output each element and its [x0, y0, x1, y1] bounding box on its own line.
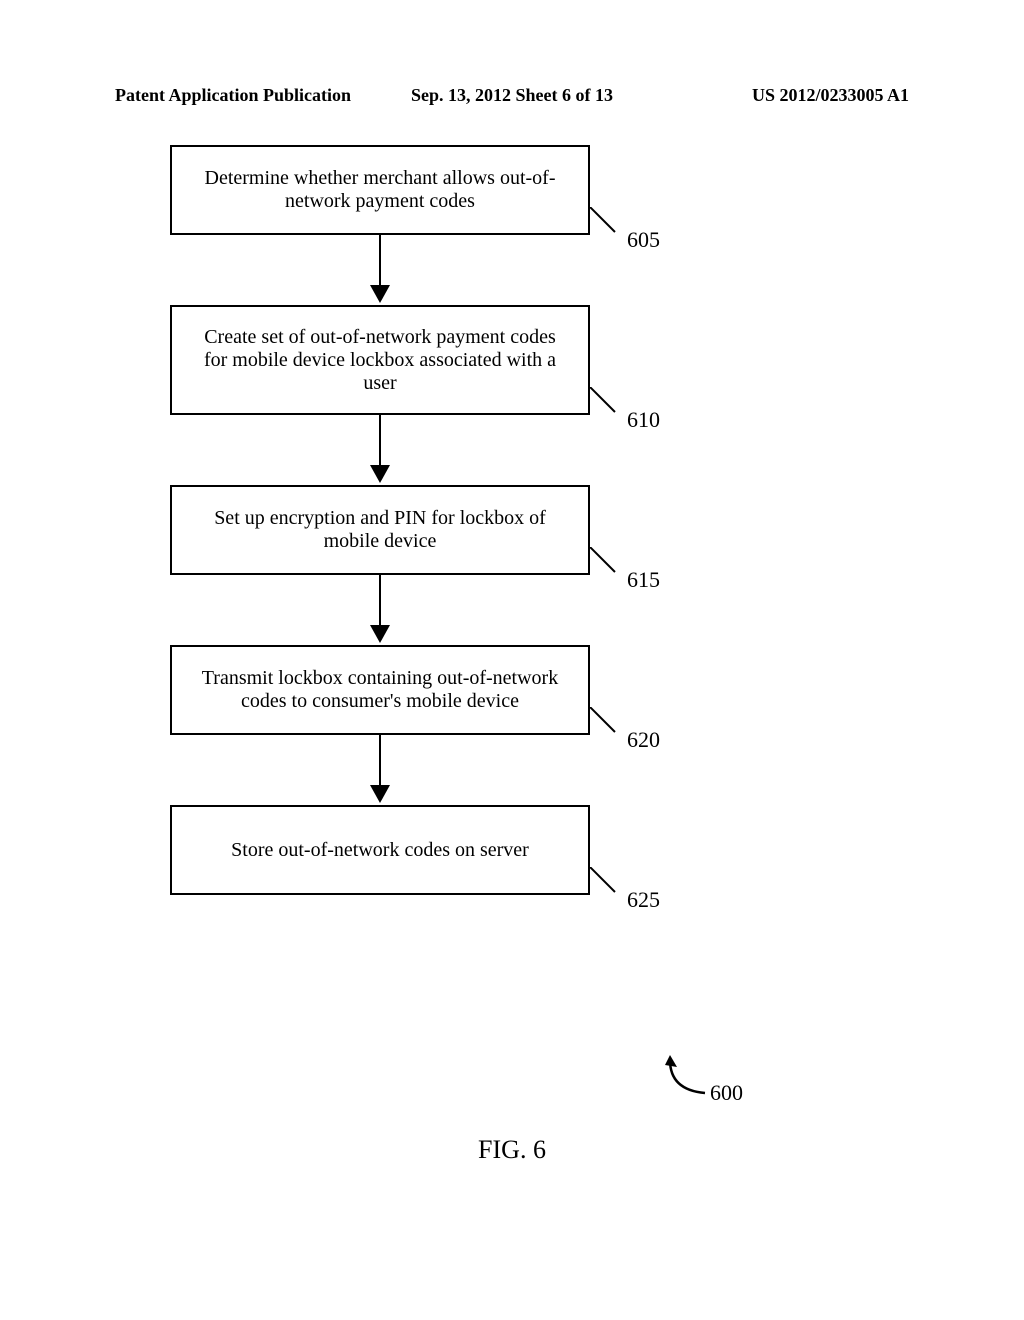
flow-arrow-2	[170, 415, 590, 485]
ref-number: 610	[627, 407, 660, 433]
arrow-line-icon	[379, 735, 381, 790]
flow-arrow-3	[170, 575, 590, 645]
box-text: Create set of out-of-network payment cod…	[192, 319, 568, 401]
flowchart-box-4: Transmit lockbox containing out-of-netwo…	[170, 645, 590, 735]
box-text: Store out-of-network codes on server	[192, 819, 568, 881]
figure-label: FIG. 6	[478, 1135, 546, 1165]
arrow-head-icon	[370, 785, 390, 803]
flow-arrow-4	[170, 735, 590, 805]
flowchart-box-2: Create set of out-of-network payment cod…	[170, 305, 590, 415]
arrow-line-icon	[379, 575, 381, 630]
leader-line-icon	[590, 387, 620, 417]
flowchart-box-1: Determine whether merchant allows out-of…	[170, 145, 590, 235]
arrow-head-icon	[370, 465, 390, 483]
header-right-text: US 2012/0233005 A1	[644, 85, 909, 106]
header-center-text: Sep. 13, 2012 Sheet 6 of 13	[380, 85, 645, 106]
page-header: Patent Application Publication Sep. 13, …	[0, 85, 1024, 106]
ref-number: 615	[627, 567, 660, 593]
leader-line-icon	[590, 867, 620, 897]
flow-arrow-1	[170, 235, 590, 305]
leader-line-icon	[590, 707, 620, 737]
ref-number: 625	[627, 887, 660, 913]
leader-line-icon	[590, 207, 620, 237]
box-text: Transmit lockbox containing out-of-netwo…	[192, 659, 568, 721]
box-text: Determine whether merchant allows out-of…	[192, 159, 568, 221]
ref-number: 605	[627, 227, 660, 253]
arrow-head-icon	[370, 285, 390, 303]
flowchart-container: Determine whether merchant allows out-of…	[170, 145, 770, 895]
leader-line-icon	[590, 547, 620, 577]
figure-ref-number: 600	[710, 1080, 743, 1106]
header-left-text: Patent Application Publication	[115, 85, 380, 106]
ref-number: 620	[627, 727, 660, 753]
arrow-line-icon	[379, 415, 381, 470]
figure-reference: 600	[660, 1055, 740, 1110]
flowchart-box-3: Set up encryption and PIN for lockbox of…	[170, 485, 590, 575]
flowchart-box-5: Store out-of-network codes on server 625	[170, 805, 590, 895]
arrow-head-icon	[370, 625, 390, 643]
arrow-line-icon	[379, 235, 381, 290]
box-text: Set up encryption and PIN for lockbox of…	[192, 499, 568, 561]
